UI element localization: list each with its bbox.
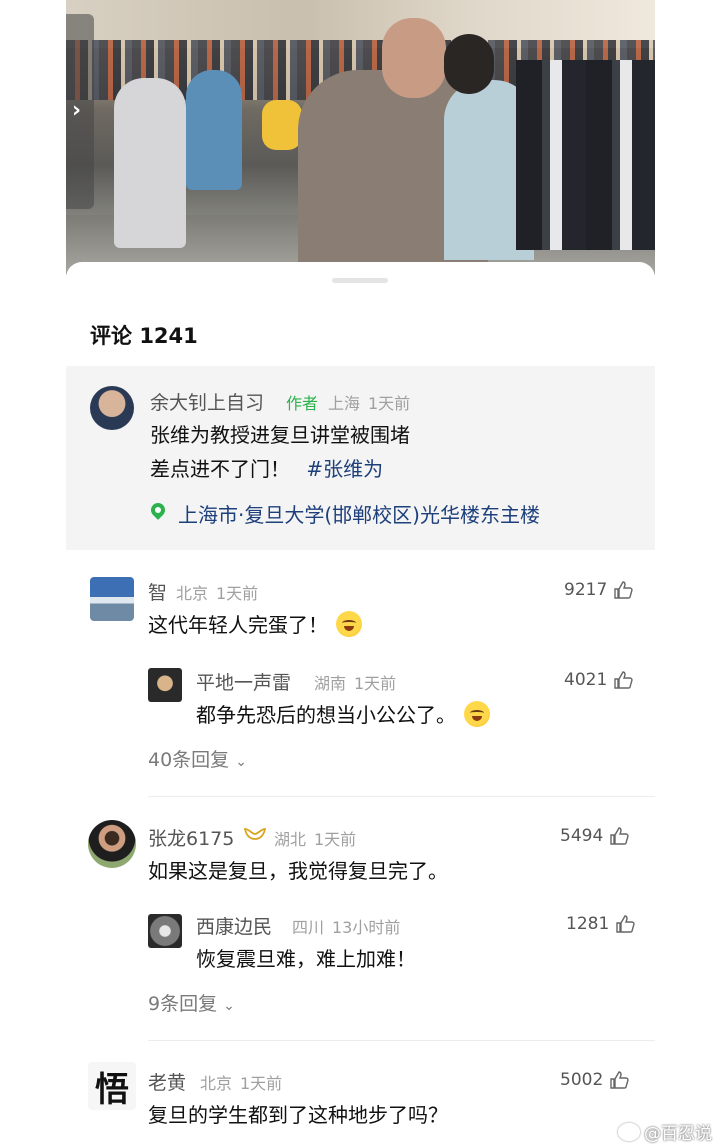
photo-person (114, 78, 186, 248)
reply-user[interactable]: 西康边民 (196, 912, 272, 939)
weibo-icon (618, 1122, 640, 1141)
thumbs-up-icon (615, 915, 635, 933)
like-count: 5494 (560, 826, 604, 846)
reply-user[interactable]: 平地一声雷 (196, 668, 291, 695)
avatar[interactable] (148, 668, 182, 702)
reply-text-wrap: 都争先恐后的想当小公公了。 (196, 698, 490, 732)
next-image-button[interactable]: › (66, 14, 94, 209)
reply-text: 都争先恐后的想当小公公了。 (196, 703, 456, 727)
photo-person (262, 100, 302, 150)
reply-time: 1天前 (354, 674, 397, 693)
like-count: 9217 (564, 580, 608, 600)
like-count: 1281 (566, 914, 610, 934)
comment-text: 复旦的学生都到了这种地步了吗？ (148, 1103, 448, 1127)
laugh-cry-emoji (336, 611, 362, 637)
more-replies-label: 9条回复 (148, 993, 218, 1015)
comments-sheet: 评论 1241 余大钊上自习 作者 上海 1天前 张维为教授进复旦讲堂被围堵 差… (66, 262, 655, 1148)
more-replies-button[interactable]: 40条回复 ⌄ (148, 745, 247, 772)
comment-user[interactable]: 张龙6175 (148, 824, 234, 851)
chevron-down-icon: ⌄ (235, 754, 247, 770)
comments-count: 1241 (139, 324, 198, 348)
more-replies-button[interactable]: 9条回复 ⌄ (148, 989, 235, 1016)
comment-region: 北京 (200, 1074, 233, 1093)
reply-text: 恢复震旦难，难上加难！ (196, 947, 416, 971)
like-button[interactable]: 5002 (560, 1070, 629, 1090)
like-count: 4021 (564, 670, 608, 690)
reply-time: 13小时前 (332, 918, 401, 937)
post-text-line2: 差点进不了门！ (150, 457, 290, 481)
location-text: 上海市·复旦大学(邯郸校区)光华楼东主楼 (178, 502, 540, 527)
avatar[interactable] (88, 820, 136, 868)
location-link[interactable]: 上海市·复旦大学(邯郸校区)光华楼东主楼 (150, 498, 540, 528)
watermark-text: @百忍说 (644, 1124, 712, 1144)
divider (148, 796, 655, 797)
more-replies-label: 40条回复 (148, 749, 230, 771)
chevron-down-icon: ⌄ (223, 998, 235, 1014)
laugh-cry-emoji (464, 701, 490, 727)
reply-region: 湖南 (314, 674, 347, 693)
photo-crowd-right (516, 60, 655, 250)
comment-time: 1天前 (240, 1074, 283, 1093)
comment-user[interactable]: 老黄 (148, 1068, 186, 1095)
avatar[interactable] (90, 577, 134, 621)
watermark: @百忍说 (618, 1119, 712, 1144)
comment-text-wrap: 这代年轻人完蛋了！ (148, 608, 362, 642)
comment-text: 如果这是复旦，我觉得复旦完了。 (148, 859, 448, 883)
chevron-right-icon: › (72, 98, 82, 123)
photo-person-head (444, 34, 494, 94)
post-photo[interactable] (66, 0, 655, 275)
author-time: 1天前 (368, 394, 411, 413)
thumbs-up-icon (613, 671, 633, 689)
like-button[interactable]: 5494 (560, 826, 629, 846)
comment-region: 湖北 (274, 830, 307, 849)
comment-time: 1天前 (216, 584, 259, 603)
location-pin-icon (150, 503, 166, 523)
hashtag-link[interactable]: #张维为 (306, 457, 383, 481)
comments-label: 评论 (90, 324, 132, 348)
comments-title: 评论 1241 (90, 320, 198, 350)
author-name[interactable]: 余大钊上自习 (150, 388, 264, 415)
vip-badge-icon (244, 828, 266, 840)
drag-handle[interactable] (332, 278, 388, 283)
avatar[interactable] (90, 386, 134, 430)
reply-region: 四川 (292, 918, 325, 937)
post-text-line2-wrap: 差点进不了门！ #张维为 (150, 452, 383, 486)
avatar[interactable]: 悟 (88, 1062, 136, 1110)
comment-region: 北京 (176, 584, 209, 603)
comment-time: 1天前 (314, 830, 357, 849)
thumbs-up-icon (609, 827, 629, 845)
thumbs-up-icon (609, 1071, 629, 1089)
post-text-line1: 张维为教授进复旦讲堂被围堵 (150, 423, 410, 447)
avatar[interactable] (148, 914, 182, 948)
author-badge: 作者 (286, 394, 319, 413)
divider (148, 1040, 655, 1041)
thumbs-up-icon (613, 581, 633, 599)
like-button[interactable]: 4021 (564, 670, 633, 690)
comment-user[interactable]: 智 (148, 578, 167, 605)
author-post: 余大钊上自习 作者 上海 1天前 张维为教授进复旦讲堂被围堵 差点进不了门！ #… (66, 366, 655, 550)
like-count: 5002 (560, 1070, 604, 1090)
like-button[interactable]: 1281 (566, 914, 635, 934)
avatar-calligraphy: 悟 (95, 1069, 129, 1110)
photo-person (186, 70, 242, 190)
photo-person-head (382, 18, 446, 98)
comment-text: 这代年轻人完蛋了！ (148, 613, 328, 637)
author-region: 上海 (328, 394, 361, 413)
like-button[interactable]: 9217 (564, 580, 633, 600)
